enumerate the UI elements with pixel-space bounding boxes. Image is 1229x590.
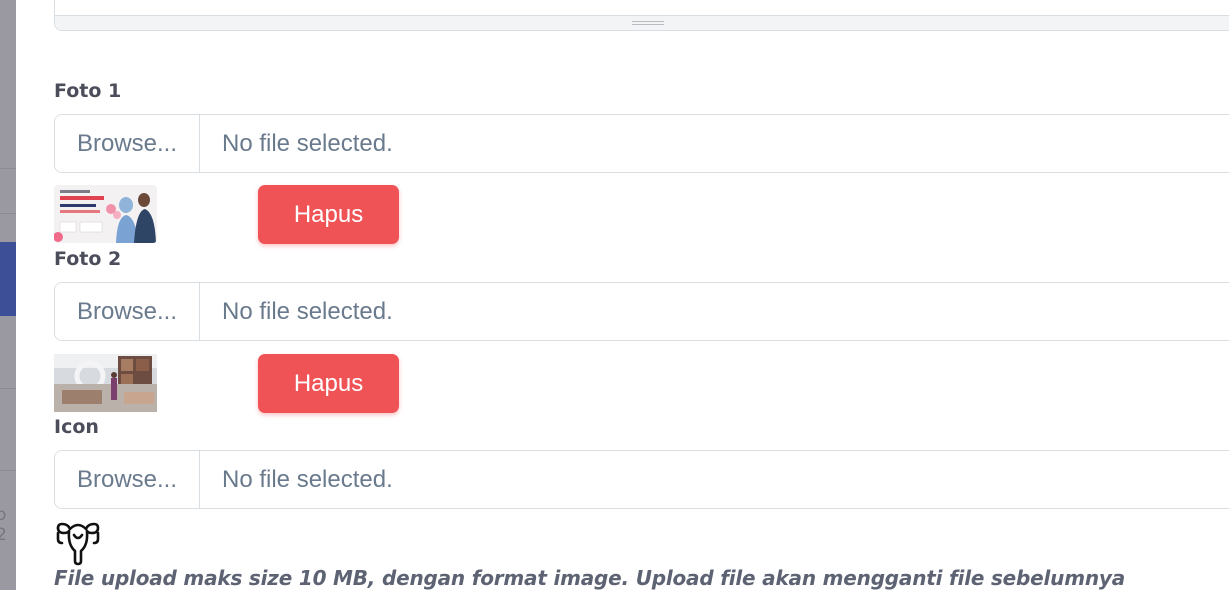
foto2-label: Foto 2 xyxy=(54,248,122,270)
foto2-file-status: No file selected. xyxy=(222,297,393,325)
icon-label: Icon xyxy=(54,416,99,438)
sidebar-divider xyxy=(0,213,16,214)
uterus-icon xyxy=(54,521,102,567)
sidebar-active-item xyxy=(0,242,16,316)
sidebar-divider xyxy=(0,388,16,389)
backdrop-sidebar: o 2 xyxy=(0,0,16,590)
textarea-footer xyxy=(55,15,1229,30)
icon-file-status: No file selected. xyxy=(222,465,393,493)
sidebar-divider xyxy=(0,470,16,471)
foto1-browse-button[interactable]: Browse... xyxy=(55,115,200,172)
foto2-delete-button[interactable]: Hapus xyxy=(258,354,399,413)
foto1-file-status: No file selected. xyxy=(222,129,393,157)
icon-file-input[interactable]: Browse... No file selected. xyxy=(54,450,1229,509)
foto2-browse-button[interactable]: Browse... xyxy=(55,283,200,340)
foto1-label: Foto 1 xyxy=(54,80,122,102)
sidebar-divider xyxy=(0,168,16,169)
foto1-preview-image xyxy=(54,185,157,243)
foto2-preview-image xyxy=(54,354,157,412)
sidebar-cut-text: o 2 xyxy=(0,505,7,545)
icon-browse-button[interactable]: Browse... xyxy=(55,451,200,508)
upload-help-text: File upload maks size 10 MB, dengan form… xyxy=(54,566,1126,590)
foto2-file-input[interactable]: Browse... No file selected. xyxy=(54,282,1229,341)
description-textarea[interactable] xyxy=(54,0,1229,31)
resize-handle-icon[interactable] xyxy=(632,21,664,25)
foto1-file-input[interactable]: Browse... No file selected. xyxy=(54,114,1229,173)
foto1-delete-button[interactable]: Hapus xyxy=(258,185,399,244)
